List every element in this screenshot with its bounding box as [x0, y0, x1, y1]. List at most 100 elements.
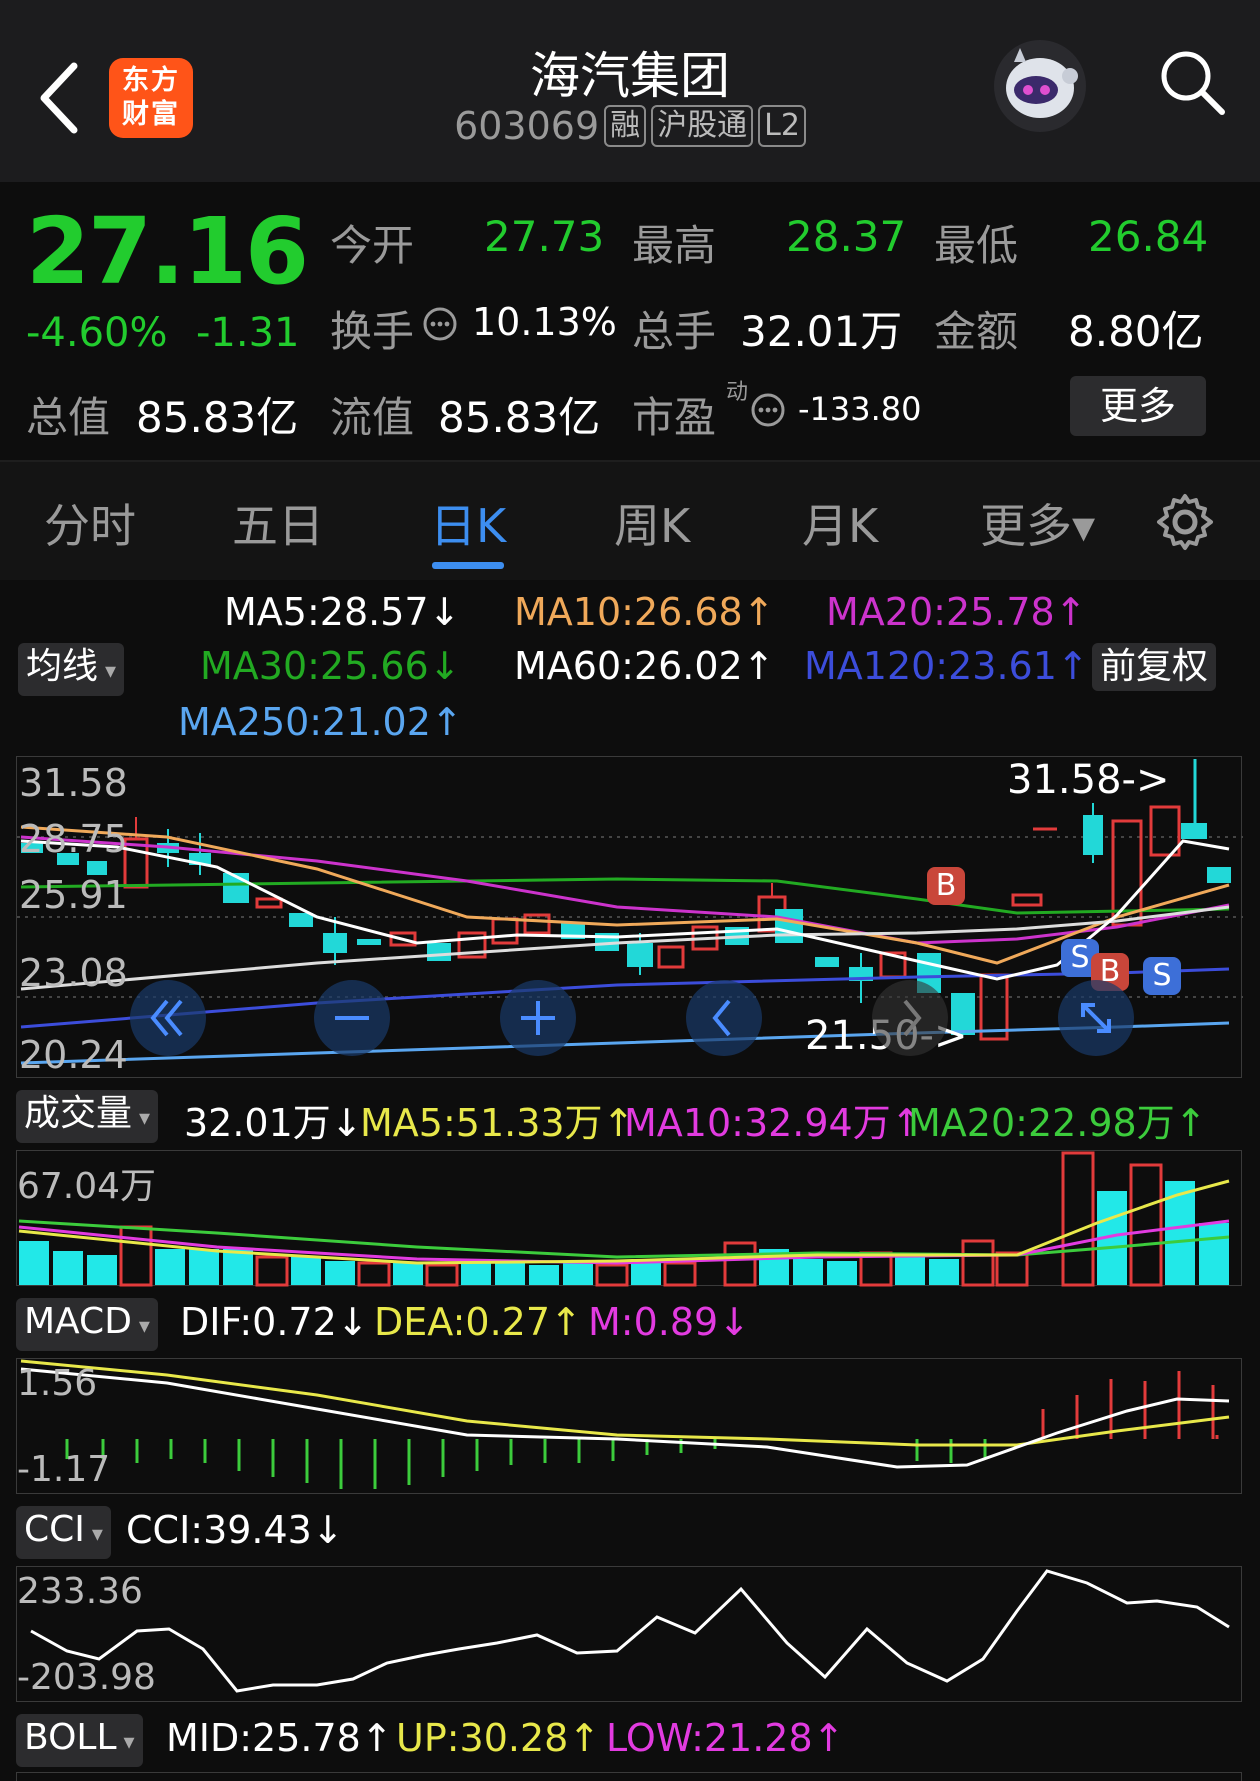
mktcap-value: 85.83亿	[136, 393, 299, 442]
kline-y-label-4: 23.08	[19, 951, 128, 995]
tab-monthly-k[interactable]: 月K	[802, 490, 878, 556]
boll-mid: MID:25.78↑	[166, 1716, 393, 1760]
macd-selector-label: MACD	[24, 1301, 132, 1342]
ma10-legend: MA10:26.68↑	[514, 590, 775, 634]
turnover-value: 10.13%	[472, 300, 617, 344]
tab-more[interactable]: 更多▾	[980, 490, 1095, 556]
signal-b-1[interactable]: B	[927, 867, 965, 905]
volume-ma5-line	[18, 1179, 1230, 1265]
volume-current: 32.01万↓	[184, 1101, 363, 1145]
last-price: 27.16	[26, 198, 309, 305]
boll-up: UP:30.28↑	[396, 1716, 601, 1760]
ma-selector-label: 均线	[26, 646, 99, 687]
kline-y-label-5: 20.24	[19, 1033, 128, 1077]
float-value: 85.83亿	[438, 393, 601, 442]
tab-five-day[interactable]: 五日	[232, 490, 324, 556]
ma5-legend: MA5:28.57↓	[224, 590, 461, 634]
cci-selector-button[interactable]: CCI ▾	[16, 1506, 111, 1559]
macd-dea-line	[20, 1359, 1230, 1447]
cci-selector-label: CCI	[24, 1509, 85, 1550]
price-adjust-button[interactable]: 前复权	[1092, 643, 1217, 691]
turnover-label: 换手	[330, 307, 415, 356]
tag-connect[interactable]: 沪股通	[651, 105, 754, 147]
volume-ma5: MA5:51.33万↑	[360, 1101, 635, 1145]
kline-y-label-2: 28.75	[19, 817, 128, 861]
tag-level2[interactable]: L2	[758, 105, 806, 147]
active-tab-indicator	[432, 562, 504, 569]
macd-y-max: 1.56	[17, 1363, 98, 1404]
volume-panel: 67.04万	[16, 1150, 1242, 1287]
stock-code: 603069	[454, 104, 600, 148]
cci-panel: 233.36 -203.98	[16, 1566, 1242, 1702]
volume-label: 总手	[632, 307, 717, 356]
step-forward-icon[interactable]	[871, 979, 949, 1057]
pe-dynamic-mark: 动	[726, 380, 749, 405]
macd-svg	[20, 1359, 1230, 1489]
high-value: 28.37	[786, 212, 907, 261]
search-icon[interactable]	[1156, 46, 1228, 118]
amount-label: 金额	[934, 307, 1019, 356]
more-quote-button[interactable]: 更多	[1070, 376, 1206, 436]
cci-value: CCI:39.43↓	[126, 1508, 344, 1552]
step-back-icon[interactable]	[685, 979, 763, 1057]
settings-gear-icon[interactable]	[1155, 492, 1215, 552]
fullscreen-icon[interactable]	[1057, 979, 1135, 1057]
volume-ma20: MA20:22.98万↑	[908, 1101, 1207, 1145]
kline-high-marker: 31.58->	[1007, 757, 1170, 803]
zoom-in-icon[interactable]	[499, 979, 577, 1057]
macd-dif-line	[20, 1367, 1230, 1469]
ma250-legend: MA250:21.02↑	[178, 700, 463, 744]
boll-low: LOW:21.28↑	[606, 1716, 845, 1760]
ma30-legend: MA30:25.66↓	[200, 644, 461, 688]
boll-selector-button[interactable]: BOLL ▾	[16, 1714, 143, 1767]
open-value: 27.73	[484, 212, 605, 261]
info-dots-icon[interactable]	[422, 306, 458, 342]
volume-value: 32.01万	[740, 307, 903, 356]
ma-selector-button[interactable]: 均线 ▾	[18, 643, 125, 696]
mktcap-label: 总值	[26, 393, 111, 442]
macd-y-min: -1.17	[17, 1449, 111, 1490]
pe-info-dots-icon[interactable]	[750, 392, 786, 428]
tab-daily-k[interactable]: 日K	[430, 490, 506, 556]
fast-back-icon[interactable]	[129, 979, 207, 1057]
kline-panel[interactable]: 31.58 28.75 25.91 23.08 20.24 31.58-> 21…	[16, 756, 1243, 1078]
ma60-legend: MA60:26.02↑	[514, 644, 775, 688]
tag-margin[interactable]: 融	[604, 105, 647, 147]
boll-selector-label: BOLL	[24, 1717, 117, 1758]
macd-dif: DIF:0.72↓	[180, 1300, 369, 1344]
volume-svg	[18, 1151, 1230, 1287]
macd-panel: 1.56 -1.17	[16, 1358, 1242, 1494]
volume-selector-button[interactable]: 成交量 ▾	[16, 1090, 159, 1143]
float-label: 流值	[330, 393, 415, 442]
change-percent: -4.60%	[26, 310, 168, 356]
ma120-legend: MA120:23.61↑	[804, 644, 1089, 688]
boll-panel	[16, 1772, 1242, 1781]
low-value: 26.84	[1088, 212, 1209, 261]
cci-svg	[30, 1569, 1230, 1693]
kline-y-label-3: 25.91	[19, 873, 128, 917]
open-label: 今开	[330, 221, 415, 270]
low-label: 最低	[934, 221, 1019, 270]
change-amount: -1.31	[196, 310, 300, 356]
cci-y-min: -203.98	[17, 1657, 156, 1698]
volume-ma10: MA10:32.94万↑	[624, 1101, 923, 1145]
ma20-legend: MA20:25.78↑	[826, 590, 1087, 634]
kline-y-label-1: 31.58	[19, 761, 128, 805]
tab-intraday[interactable]: 分时	[44, 490, 136, 556]
macd-selector-button[interactable]: MACD ▾	[16, 1298, 158, 1351]
volume-y-max: 67.04万	[17, 1166, 157, 1207]
amount-value: 8.80亿	[1068, 307, 1204, 356]
signal-s-2[interactable]: S	[1143, 957, 1181, 995]
tab-weekly-k[interactable]: 周K	[614, 490, 690, 556]
ma60-line	[20, 905, 1230, 991]
robot-assistant-icon[interactable]	[990, 36, 1090, 136]
high-label: 最高	[632, 221, 717, 270]
pe-value: -133.80	[798, 390, 922, 428]
zoom-out-icon[interactable]	[313, 979, 391, 1057]
pe-label: 市盈	[632, 393, 717, 442]
macd-m: M:0.89↓	[588, 1300, 751, 1344]
macd-dea: DEA:0.27↑	[374, 1300, 582, 1344]
cci-line	[30, 1569, 1230, 1693]
cci-y-max: 233.36	[17, 1571, 143, 1612]
volume-selector-label: 成交量	[24, 1093, 133, 1134]
